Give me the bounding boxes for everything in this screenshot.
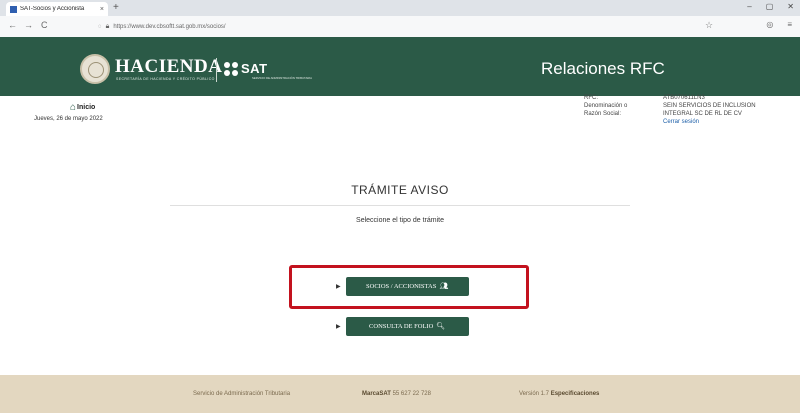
url-text: https://www.dev.cbsoftt.sat.gob.mx/socio… — [113, 23, 226, 30]
tab-title: SAT-Socios y Accionista — [20, 6, 85, 12]
close-window-icon[interactable]: ✕ — [787, 2, 794, 11]
users-icon: 👥︎ — [439, 282, 449, 290]
shield-icon: ◌ — [98, 23, 102, 30]
section-title: TRÁMITE AVISO — [351, 183, 449, 197]
tab-close-icon[interactable]: × — [100, 6, 104, 13]
sat-subtitle: SERVICIO DE ADMINISTRACIÓN TRIBUTARIA — [252, 76, 312, 80]
marcasat-label: MarcaSAT — [362, 391, 391, 397]
logo-divider — [216, 58, 217, 82]
site-footer: Servicio de Administración Tributaria Ma… — [0, 375, 800, 413]
browser-tab[interactable]: SAT-Socios y Accionista × — [6, 2, 108, 16]
razon-value-line1: SEIN SERVICIOS DE INCLUSION — [663, 103, 756, 109]
new-tab-icon[interactable]: + — [113, 2, 119, 13]
browser-nav-bar: ← → C ◌ 🔒︎ https://www.dev.cbsoftt.sat.g… — [0, 16, 800, 38]
browser-tab-bar: SAT-Socios y Accionista × + – ▢ ✕ — [0, 0, 800, 16]
home-label: Inicio — [77, 104, 96, 111]
back-icon[interactable]: ← — [8, 20, 17, 30]
marcasat-phone[interactable]: 55 627 22 728 — [393, 391, 431, 397]
sat-logo-text: SAT — [241, 61, 268, 76]
search-icon: 🔍︎ — [436, 322, 446, 330]
current-date: Jueves, 26 de mayo 2022 — [34, 116, 103, 122]
footer-sat-name: Servicio de Administración Tributaria — [193, 391, 291, 397]
hacienda-emblem-icon — [80, 54, 110, 84]
sat-dots-icon — [224, 61, 238, 76]
browser-toolbar-icons: ◎ ≡ — [766, 20, 792, 29]
hacienda-subtitle: SECRETARÍA DE HACIENDA Y CRÉDITO PÚBLICO — [116, 77, 215, 81]
hacienda-logo-text: HACIENDA — [115, 56, 223, 77]
lock-icon: 🔒︎ — [105, 22, 110, 30]
rfc-value: ATB070611LN3 — [663, 95, 705, 101]
window-controls: – ▢ ✕ — [747, 2, 794, 11]
section-subtitle: Seleccione el tipo de trámite — [356, 217, 444, 224]
minimize-icon[interactable]: – — [747, 2, 751, 11]
home-icon: ⌂ — [70, 102, 77, 113]
version-info: Versión 1.7 Especificaciones — [519, 391, 599, 397]
sat-logo: SAT — [224, 61, 268, 76]
address-bar[interactable]: ◌ 🔒︎ https://www.dev.cbsoftt.sat.gob.mx/… — [98, 20, 730, 33]
bullet-arrow-icon: ▶ — [336, 283, 341, 290]
bookmark-star-icon[interactable]: ☆ — [705, 20, 713, 31]
socios-option-row: ▶ SOCIOS / ACCIONISTAS 👥︎ — [336, 276, 469, 296]
specs-link[interactable]: Especificaciones — [551, 391, 600, 397]
extensions-icon[interactable]: ◎ — [766, 20, 773, 29]
forward-icon[interactable]: → — [24, 20, 33, 30]
section-divider — [170, 205, 630, 206]
home-link[interactable]: ⌂ Inicio — [70, 102, 95, 113]
razon-label-line2: Razón Social: — [584, 111, 622, 117]
marcasat-info: MarcaSAT 55 627 22 728 — [362, 391, 431, 397]
reload-icon[interactable]: C — [41, 20, 48, 30]
folio-button-label: CONSULTA DE FOLIO — [369, 322, 434, 330]
razon-value-line2: INTEGRAL SC DE RL DE CV — [663, 111, 742, 117]
logout-link[interactable]: Cerrar sesión — [663, 119, 699, 127]
razon-label-line1: Denominación o — [584, 103, 628, 109]
consulta-folio-button[interactable]: CONSULTA DE FOLIO 🔍︎ — [345, 316, 469, 336]
socios-button-label: SOCIOS / ACCIONISTAS — [366, 282, 437, 290]
page-title: Relaciones RFC — [541, 59, 665, 78]
bullet-arrow-icon: ▶ — [336, 323, 341, 330]
favicon-icon — [10, 5, 17, 13]
socios-accionistas-button[interactable]: SOCIOS / ACCIONISTAS 👥︎ — [345, 276, 469, 296]
maximize-icon[interactable]: ▢ — [766, 2, 774, 11]
folio-option-row: ▶ CONSULTA DE FOLIO 🔍︎ — [336, 316, 469, 336]
rfc-label: RFC: — [584, 95, 598, 101]
version-label: Versión 1.7 — [519, 391, 550, 397]
menu-icon[interactable]: ≡ — [787, 20, 792, 29]
